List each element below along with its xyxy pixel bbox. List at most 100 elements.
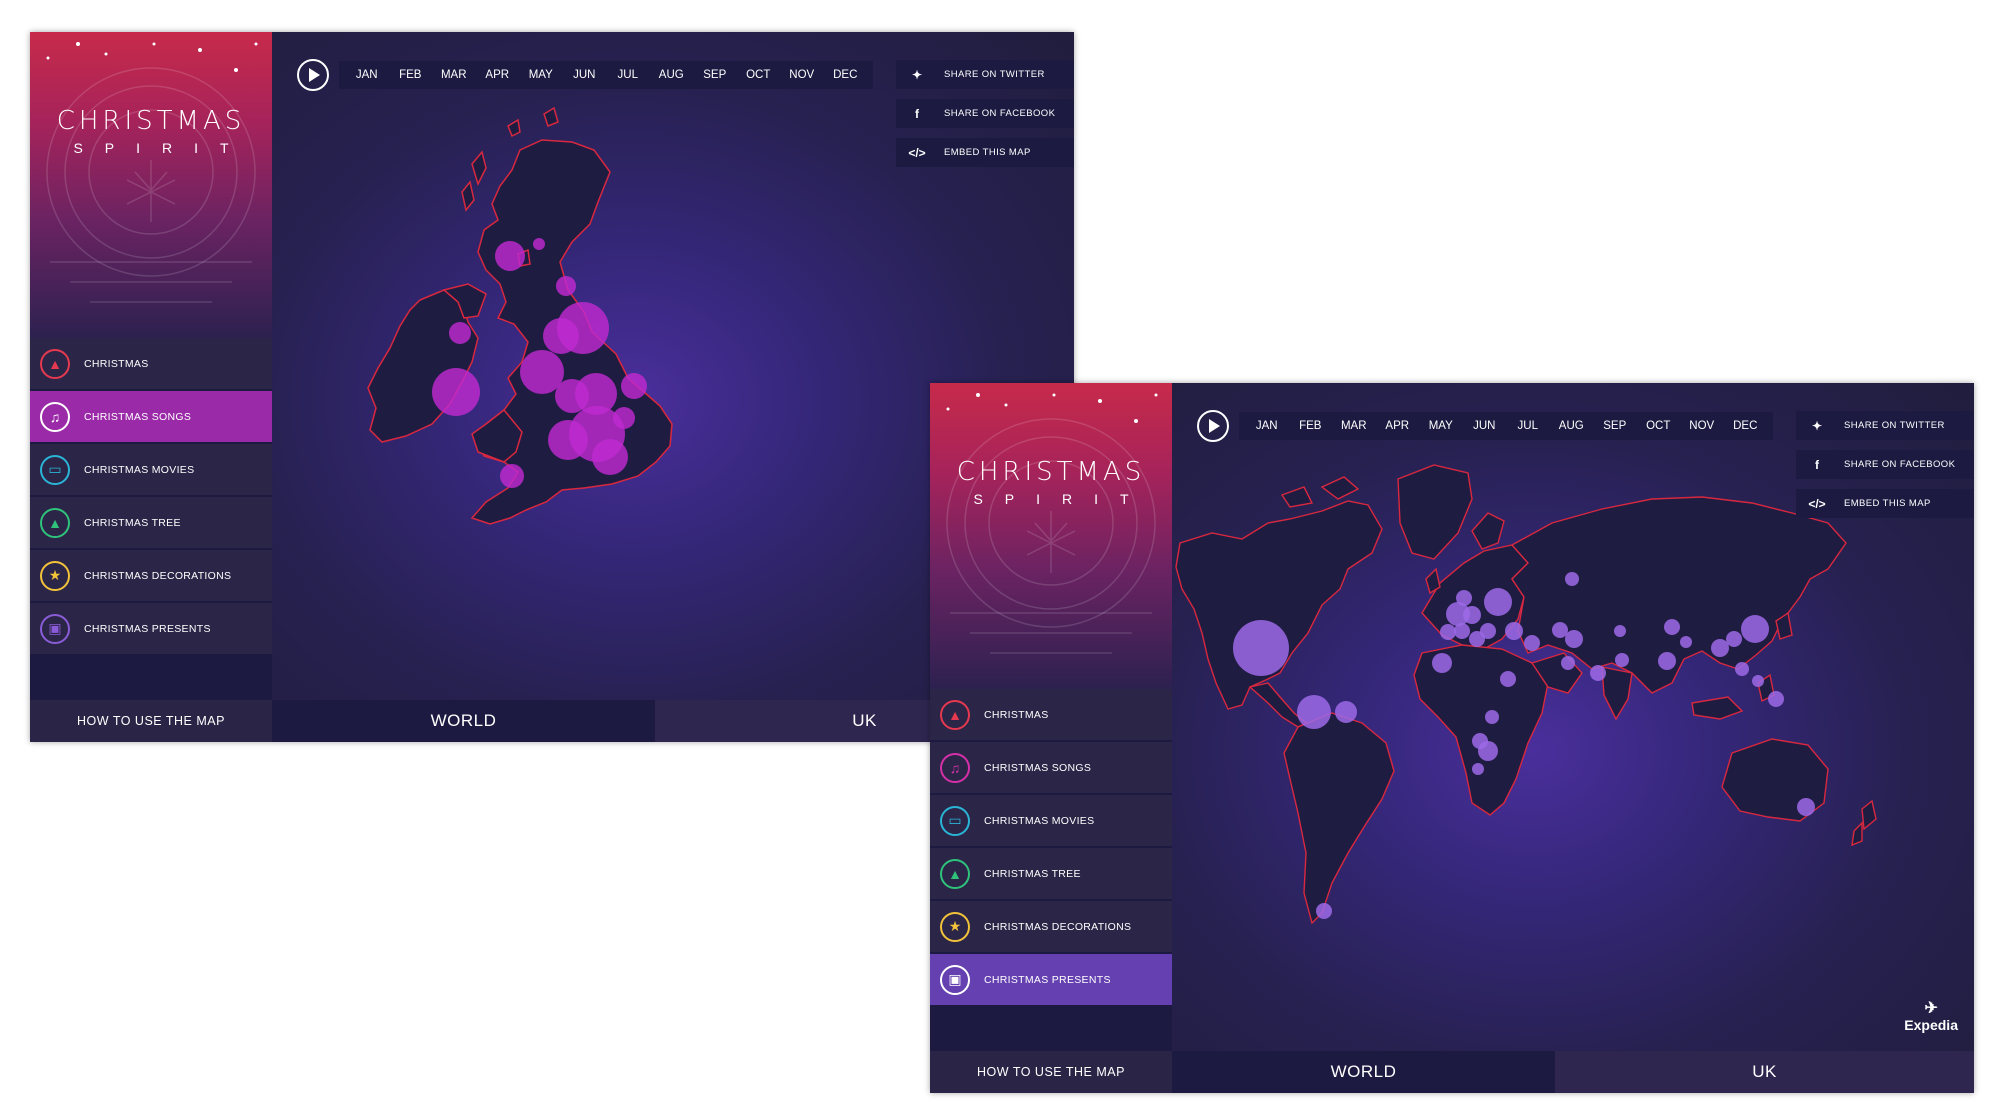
category-christmas[interactable]: ▲ CHRISTMAS <box>30 338 272 389</box>
timeline: JAN FEB MAR APR MAY JUN JUL AUG SEP OCT … <box>1197 409 1773 443</box>
category-christmas-decorations[interactable]: ★ CHRISTMAS DECORATIONS <box>30 550 272 601</box>
data-bubble <box>533 238 545 250</box>
month-oct[interactable]: OCT <box>737 69 781 81</box>
map-area[interactable]: ✈ Expedia <box>1172 383 1974 1051</box>
data-bubble <box>1741 615 1769 643</box>
data-bubble <box>1472 763 1484 775</box>
data-bubble <box>1484 588 1512 616</box>
how-to-use-button[interactable]: HOW TO USE THE MAP <box>930 1051 1172 1093</box>
month-nov[interactable]: NOV <box>1680 420 1724 432</box>
month-sep[interactable]: SEP <box>693 69 737 81</box>
month-jan[interactable]: JAN <box>345 69 389 81</box>
category-label: CHRISTMAS <box>84 357 149 370</box>
share-twitter-button[interactable]: ✦ SHARE ON TWITTER <box>1796 411 1974 440</box>
category-christmas[interactable]: ▲ CHRISTMAS <box>930 689 1172 740</box>
data-bubble <box>1614 625 1626 637</box>
embed-map-button[interactable]: </> EMBED THIS MAP <box>896 138 1074 167</box>
share-facebook-button[interactable]: f SHARE ON FACEBOOK <box>1796 450 1974 479</box>
month-jul[interactable]: JUL <box>1506 420 1550 432</box>
category-christmas-tree[interactable]: ▲ CHRISTMAS TREE <box>30 497 272 548</box>
category-label: CHRISTMAS PRESENTS <box>984 973 1111 986</box>
month-mar[interactable]: MAR <box>432 69 476 81</box>
data-bubble <box>1565 630 1583 648</box>
category-label: CHRISTMAS TREE <box>984 867 1081 880</box>
christmas-spirit-logo: CHRISTMAS SPIRIT <box>30 32 272 338</box>
embed-map-button[interactable]: </> EMBED THIS MAP <box>1796 489 1974 518</box>
world-map-panel: ✈ Expedia CHRISTMAS SPIRIT ▲ CHRISTMAS ♫… <box>930 383 1974 1093</box>
data-bubble <box>1768 691 1784 707</box>
data-bubble <box>1726 631 1742 647</box>
tab-uk[interactable]: UK <box>1555 1051 1974 1093</box>
logo-subtitle: SPIRIT <box>973 491 1151 507</box>
category-label: CHRISTMAS MOVIES <box>984 814 1095 827</box>
month-jul[interactable]: JUL <box>606 69 650 81</box>
code-icon: </> <box>908 145 926 160</box>
month-dec[interactable]: DEC <box>1724 420 1768 432</box>
share-label: SHARE ON FACEBOOK <box>1844 459 1956 470</box>
data-bubble <box>1297 695 1331 729</box>
category-christmas-presents[interactable]: ▣ CHRISTMAS PRESENTS <box>30 603 272 654</box>
data-bubble <box>1335 701 1357 723</box>
play-icon <box>309 68 320 82</box>
sidebar: CHRISTMAS SPIRIT ▲ CHRISTMAS ♫ CHRISTMAS… <box>30 32 272 742</box>
month-mar[interactable]: MAR <box>1332 420 1376 432</box>
month-dec[interactable]: DEC <box>824 69 868 81</box>
data-bubble <box>1463 606 1481 624</box>
month-jun[interactable]: JUN <box>1463 420 1507 432</box>
share-label: EMBED THIS MAP <box>1844 498 1931 509</box>
tv-icon: ▭ <box>40 454 70 485</box>
month-may[interactable]: MAY <box>519 69 563 81</box>
month-apr[interactable]: APR <box>1376 420 1420 432</box>
month-feb[interactable]: FEB <box>1289 420 1333 432</box>
gift-icon: ▣ <box>940 964 970 995</box>
logo-title: CHRISTMAS <box>56 106 246 136</box>
category-label: CHRISTMAS PRESENTS <box>84 622 211 635</box>
brand-name: Expedia <box>1904 1017 1958 1033</box>
data-bubble <box>1440 624 1456 640</box>
play-button[interactable] <box>1197 410 1229 442</box>
music-note-icon: ♫ <box>40 401 70 432</box>
month-jan[interactable]: JAN <box>1245 420 1289 432</box>
play-button[interactable] <box>297 59 329 91</box>
twitter-icon: ✦ <box>1811 418 1823 433</box>
expedia-logo: ✈ Expedia <box>1904 1000 1958 1034</box>
data-bubble <box>543 318 579 354</box>
data-bubble <box>1480 623 1496 639</box>
category-christmas-decorations[interactable]: ★ CHRISTMAS DECORATIONS <box>930 901 1172 952</box>
month-jun[interactable]: JUN <box>563 69 607 81</box>
category-christmas-tree[interactable]: ▲ CHRISTMAS TREE <box>930 848 1172 899</box>
category-label: CHRISTMAS DECORATIONS <box>984 920 1132 933</box>
month-aug[interactable]: AUG <box>650 69 694 81</box>
month-apr[interactable]: APR <box>476 69 520 81</box>
data-bubble <box>1664 619 1680 635</box>
central-america-shape <box>1248 682 1308 728</box>
tab-world[interactable]: WORLD <box>1172 1051 1555 1093</box>
month-nov[interactable]: NOV <box>780 69 824 81</box>
tab-world[interactable]: WORLD <box>272 700 655 742</box>
gift-icon: ▣ <box>40 613 70 644</box>
month-feb[interactable]: FEB <box>389 69 433 81</box>
share-facebook-button[interactable]: f SHARE ON FACEBOOK <box>896 99 1074 128</box>
tree-icon: ▲ <box>40 507 70 538</box>
plane-icon: ✈ <box>1924 1000 1938 1017</box>
category-label: CHRISTMAS <box>984 708 1049 721</box>
data-bubble <box>1478 741 1498 761</box>
share-twitter-button[interactable]: ✦ SHARE ON TWITTER <box>896 60 1074 89</box>
month-oct[interactable]: OCT <box>1637 420 1681 432</box>
month-aug[interactable]: AUG <box>1550 420 1594 432</box>
data-bubble <box>1233 620 1289 676</box>
data-bubble <box>556 276 576 296</box>
north-america-shape <box>1175 500 1383 710</box>
category-christmas-songs[interactable]: ♫ CHRISTMAS SONGS <box>30 391 272 442</box>
category-christmas-songs[interactable]: ♫ CHRISTMAS SONGS <box>930 742 1172 793</box>
category-christmas-movies[interactable]: ▭ CHRISTMAS MOVIES <box>930 795 1172 846</box>
month-may[interactable]: MAY <box>1419 420 1463 432</box>
category-christmas-presents[interactable]: ▣ CHRISTMAS PRESENTS <box>930 954 1172 1005</box>
twitter-icon: ✦ <box>911 67 923 82</box>
music-note-icon: ♫ <box>940 752 970 783</box>
category-christmas-movies[interactable]: ▭ CHRISTMAS MOVIES <box>30 444 272 495</box>
month-sep[interactable]: SEP <box>1593 420 1637 432</box>
bell-icon: ▲ <box>40 348 70 379</box>
how-to-use-button[interactable]: HOW TO USE THE MAP <box>30 700 272 742</box>
data-bubble <box>1524 635 1540 651</box>
